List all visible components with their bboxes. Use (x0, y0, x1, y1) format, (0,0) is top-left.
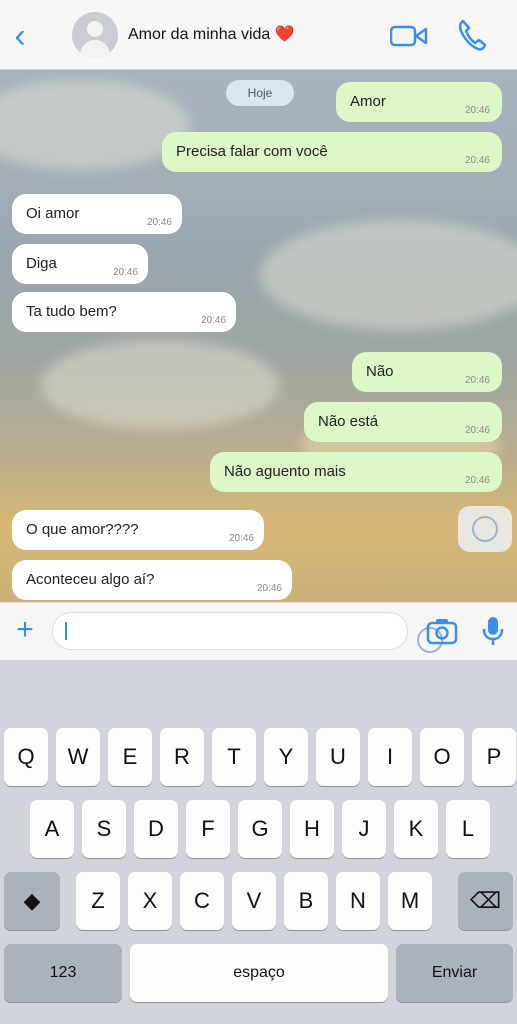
message-bubble-outgoing[interactable]: Não aguento mais 20:46 (210, 452, 502, 492)
space-key[interactable]: espaço (130, 944, 388, 1002)
key[interactable]: Q (4, 728, 48, 786)
message-text: Precisa falar com você (176, 143, 328, 160)
background-cloud (40, 340, 280, 430)
key[interactable]: F (186, 800, 230, 858)
message-text: Oi amor (26, 205, 80, 222)
message-time: 20:46 (256, 583, 282, 594)
message-text: O que amor???? (26, 521, 139, 538)
key[interactable]: P (472, 728, 516, 786)
message-time: 20:46 (228, 533, 254, 544)
chat-header: ‹ Amor da minha vida ❤️ (0, 0, 517, 70)
message-text: Aconteceu algo aí? (26, 571, 155, 588)
scroll-to-bottom-button[interactable] (458, 506, 512, 552)
contact-name[interactable]: Amor da minha vida ❤️ (128, 20, 368, 50)
text-caret (65, 622, 67, 640)
message-bubble-incoming[interactable]: O que amor???? 20:46 (12, 510, 264, 550)
microphone-icon[interactable] (480, 615, 506, 647)
key[interactable]: O (420, 728, 464, 786)
contact-name-text: Amor da minha vida (128, 26, 271, 43)
plus-icon[interactable]: + (10, 615, 40, 645)
backspace-key[interactable]: ⌫ (458, 872, 513, 930)
message-bubble-incoming[interactable]: Oi amor 20:46 (12, 194, 182, 234)
key[interactable]: K (394, 800, 438, 858)
key[interactable]: H (290, 800, 334, 858)
key[interactable]: C (180, 872, 224, 930)
message-time: 20:46 (464, 475, 490, 486)
key[interactable]: V (232, 872, 276, 930)
key[interactable]: E (108, 728, 152, 786)
message-text: Amor (350, 93, 386, 110)
keyboard: Q W E R T Y U I O P A S D F G H J K L ◆ … (0, 660, 517, 1024)
key[interactable]: M (388, 872, 432, 930)
numbers-key[interactable]: 123 (4, 944, 122, 1002)
key[interactable]: X (128, 872, 172, 930)
shift-icon: ◆ (23, 888, 41, 913)
key[interactable]: L (446, 800, 490, 858)
heart-icon: ❤️ (274, 26, 295, 43)
phone-icon[interactable] (456, 18, 486, 52)
date-separator: Hoje (226, 80, 294, 106)
message-text: Diga (26, 255, 57, 272)
message-bubble-outgoing[interactable]: Precisa falar com você 20:46 (162, 132, 502, 172)
return-key[interactable]: Enviar (396, 944, 513, 1002)
background-cloud (260, 220, 517, 330)
key[interactable]: B (284, 872, 328, 930)
message-input-bar: + (0, 602, 517, 660)
message-time: 20:46 (464, 155, 490, 166)
backspace-icon: ⌫ (469, 888, 502, 913)
message-bubble-incoming[interactable]: Aconteceu algo aí? 20:46 (12, 560, 292, 600)
message-text: Ta tudo bem? (26, 303, 117, 320)
message-bubble-incoming[interactable]: Ta tudo bem? 20:46 (12, 292, 236, 332)
message-bubble-incoming[interactable]: Diga 20:46 (12, 244, 148, 284)
back-button[interactable]: ‹ (6, 18, 34, 54)
key[interactable]: W (56, 728, 100, 786)
message-time: 20:46 (464, 425, 490, 436)
message-text: Não aguento mais (224, 463, 346, 480)
message-bubble-outgoing[interactable]: Não está 20:46 (304, 402, 502, 442)
key[interactable]: D (134, 800, 178, 858)
message-time: 20:46 (464, 105, 490, 116)
key[interactable]: G (238, 800, 282, 858)
message-input[interactable] (52, 612, 443, 653)
shift-key[interactable]: ◆ (4, 872, 60, 930)
message-bubble-outgoing[interactable]: Não 20:46 (352, 352, 502, 392)
key[interactable]: S (82, 800, 126, 858)
key[interactable]: Y (264, 728, 308, 786)
key[interactable]: I (368, 728, 412, 786)
chevron-left-icon: ‹ (14, 17, 26, 55)
avatar[interactable] (72, 12, 118, 58)
message-time: 20:46 (200, 315, 226, 326)
message-text: Não está (318, 413, 379, 430)
message-time: 20:46 (464, 375, 490, 386)
key[interactable]: A (30, 800, 74, 858)
message-time: 20:46 (112, 267, 138, 278)
chat-area[interactable]: Hoje Amor 20:46 Precisa falar com você 2… (0, 70, 517, 602)
message-bubble-outgoing[interactable]: Amor 20:46 (336, 82, 502, 122)
camera-icon[interactable] (426, 617, 458, 645)
message-text: Não (366, 363, 394, 380)
key[interactable]: J (342, 800, 386, 858)
avatar-body (80, 40, 110, 58)
key[interactable]: R (160, 728, 204, 786)
key[interactable]: Z (76, 872, 120, 930)
key[interactable]: N (336, 872, 380, 930)
avatar-head (87, 21, 103, 37)
message-time: 20:46 (146, 217, 172, 228)
key[interactable]: T (212, 728, 256, 786)
scroll-down-icon (472, 516, 498, 542)
video-camera-icon[interactable] (390, 24, 428, 48)
key[interactable]: U (316, 728, 360, 786)
